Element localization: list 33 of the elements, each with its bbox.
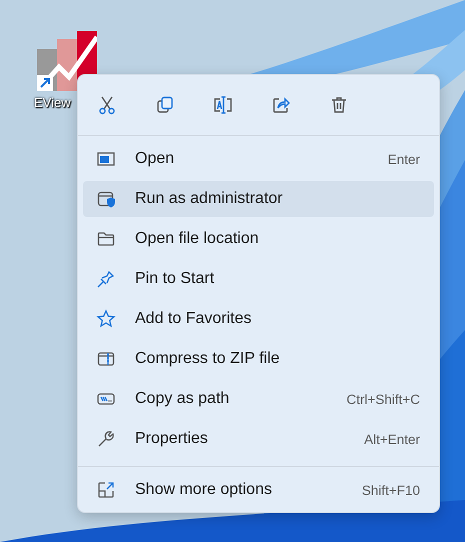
menu-item[interactable]: Pin to Start [83,261,434,297]
menu-item-label: Open file location [135,230,260,248]
menu-item-label: Run as administrator [135,190,284,208]
menu-item[interactable]: Compress to ZIP file [83,341,434,377]
copy-icon [155,95,175,115]
menu-item-label: Copy as path [135,390,230,408]
menu-item[interactable]: Show more options Shift+F10 [83,472,434,508]
share-icon [271,95,291,115]
menu-item[interactable]: Properties Alt+Enter [83,421,434,457]
shortcut-text: Enter [388,152,420,166]
shortcut-text: Ctrl+Shift+C [346,392,420,406]
shortcut-text: Shift+F10 [362,482,420,498]
pin-icon [96,269,116,289]
cut-icon [97,95,117,115]
menu-item-label: Compress to ZIP file [135,350,281,368]
shield-window-icon [96,189,116,209]
wrench-icon [96,429,116,449]
menu-item-label: Add to Favorites [135,310,252,328]
menu-item-label: Show more options [135,481,273,499]
menu-item[interactable]: Open Enter [83,141,434,177]
rename-icon [212,95,234,115]
menu-item[interactable]: Open file location [83,221,434,257]
expand-icon [96,480,116,500]
menu-item[interactable]: Add to Favorites [83,301,434,337]
shortcut-text: Alt+Enter [364,432,420,446]
menu-item-label: Properties [135,430,209,448]
menu-item[interactable]: Run as administrator [83,181,434,217]
desktop-icon-label: EView [34,95,71,110]
menu-item-label: Pin to Start [135,270,216,288]
menu-item[interactable]: Copy as path Ctrl+Shift+C [83,381,434,417]
menu-item-label: Open [135,150,176,168]
star-icon [96,309,116,329]
delete-icon [329,95,349,115]
